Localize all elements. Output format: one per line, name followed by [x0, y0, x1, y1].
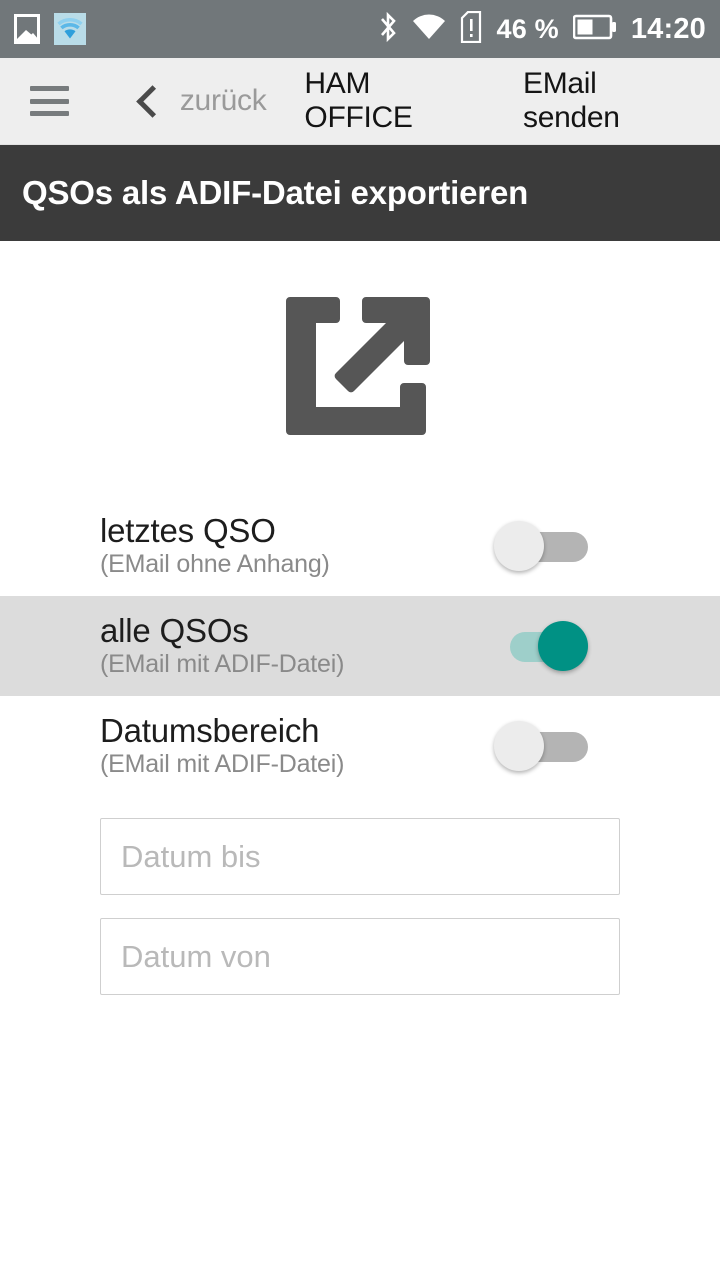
toggle-knob [538, 621, 588, 671]
hamburger-bar [30, 111, 70, 116]
bluetooth-icon [378, 11, 398, 48]
option-list: letztes QSO (EMail ohne Anhang) alle QSO… [0, 496, 720, 796]
send-email-button[interactable]: EMail senden [523, 67, 690, 135]
toggle-knob [494, 521, 544, 571]
chevron-left-icon[interactable] [135, 83, 158, 119]
wifi-icon [412, 13, 446, 46]
option-title: letztes QSO [100, 511, 276, 549]
toggle-knob [494, 721, 544, 771]
date-range-fields [0, 796, 720, 995]
page-title: QSOs als ADIF-Datei exportieren [22, 174, 529, 211]
option-title: Datumsbereich [100, 711, 320, 749]
option-row-datumsbereich[interactable]: Datumsbereich (EMail mit ADIF-Datei) [0, 696, 720, 796]
toggle-datumsbereich[interactable] [494, 719, 604, 773]
option-labels: Datumsbereich (EMail mit ADIF-Datei) [100, 711, 494, 779]
navigation-bar: zurück HAM OFFICE EMail senden [0, 58, 720, 145]
status-bar-clock: 14:20 [630, 12, 706, 45]
photo-icon [14, 14, 40, 44]
sim-card-alert-icon [460, 10, 482, 48]
option-subtitle: (EMail mit ADIF-Datei) [100, 750, 345, 779]
hamburger-bar [30, 86, 70, 91]
status-bar-left-icons [14, 13, 86, 45]
app-title: HAM OFFICE [304, 67, 413, 134]
battery-percent-label: 46 % [496, 13, 559, 44]
option-labels: alle QSOs (EMail mit ADIF-Datei) [100, 611, 494, 679]
option-title: alle QSOs [100, 611, 249, 649]
wifi-hotspot-icon [54, 13, 86, 45]
toggle-alle-qsos[interactable] [494, 619, 604, 673]
hamburger-bar [30, 98, 70, 104]
option-row-alle-qsos[interactable]: alle QSOs (EMail mit ADIF-Datei) [0, 596, 720, 696]
date-to-input[interactable] [100, 818, 620, 895]
option-labels: letztes QSO (EMail ohne Anhang) [100, 511, 494, 579]
option-row-letztes-qso[interactable]: letztes QSO (EMail ohne Anhang) [0, 496, 720, 596]
back-button-label[interactable]: zurück [180, 84, 267, 118]
export-open-in-new-icon [284, 289, 436, 448]
date-from-input[interactable] [100, 918, 620, 995]
hamburger-menu-icon[interactable] [30, 86, 70, 116]
option-subtitle: (EMail mit ADIF-Datei) [100, 650, 345, 679]
toggle-letztes-qso[interactable] [494, 519, 604, 573]
battery-half-icon [572, 14, 617, 45]
page-header: QSOs als ADIF-Datei exportieren [0, 145, 720, 241]
status-bar: 46 % 14:20 [0, 0, 720, 58]
status-bar-right-icons: 46 % 14:20 [378, 10, 706, 48]
option-subtitle: (EMail ohne Anhang) [100, 550, 330, 579]
hero-section [0, 241, 720, 496]
